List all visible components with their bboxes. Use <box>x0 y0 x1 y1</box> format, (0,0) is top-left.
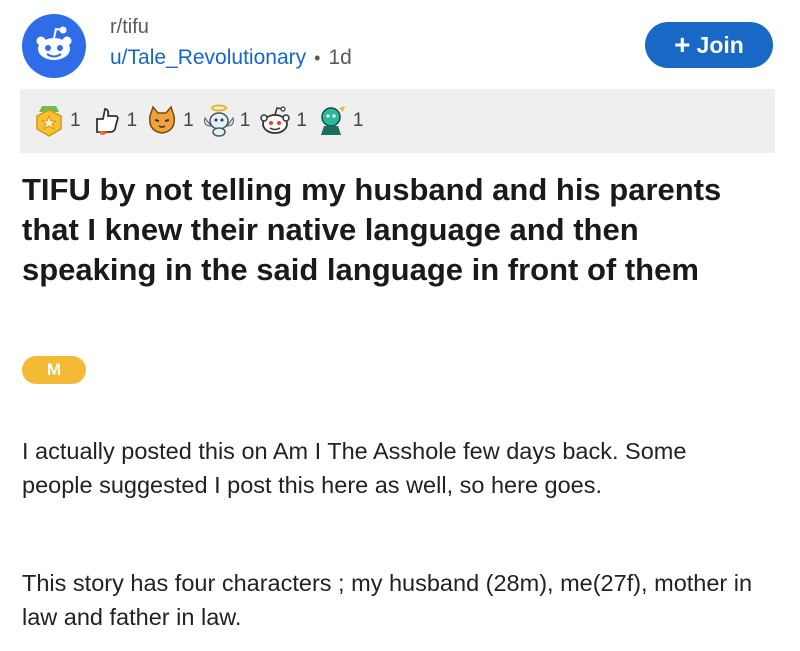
post-title[interactable]: TIFU by not telling my husband and his p… <box>22 170 762 290</box>
award-teal[interactable]: 1 <box>315 104 364 138</box>
award-gold-medal[interactable]: 1 <box>32 104 81 138</box>
post-meta: u/Tale_Revolutionary • 1d <box>110 46 352 70</box>
teal-snoo-icon <box>320 106 345 135</box>
cat-face-icon <box>149 105 176 134</box>
angel-snoo-icon <box>203 104 234 137</box>
award-thumbs-up[interactable]: 1 <box>89 104 138 138</box>
post-flair[interactable]: M <box>22 356 86 384</box>
author-link[interactable]: u/Tale_Revolutionary <box>110 46 306 70</box>
award-snoo[interactable]: 1 <box>258 104 307 138</box>
subreddit-icon[interactable] <box>22 14 86 78</box>
awards-bar[interactable]: 1 1 1 1 1 1 <box>20 89 775 153</box>
post-paragraph: This story has four characters ; my husb… <box>22 570 753 630</box>
post-header: r/tifu u/Tale_Revolutionary • 1d + Join <box>20 10 780 80</box>
award-angel[interactable]: 1 <box>202 104 251 138</box>
snoo-icon <box>36 26 72 60</box>
award-count: 1 <box>70 110 81 131</box>
post-paragraph: I actually posted this on Am I The Assho… <box>22 438 687 498</box>
award-count: 1 <box>352 110 364 131</box>
snoo-face-icon <box>260 106 291 134</box>
post-age: 1d <box>328 46 352 69</box>
subreddit-name[interactable]: r/tifu <box>110 16 149 39</box>
award-cat[interactable]: 1 <box>145 104 194 138</box>
gold-medal-icon <box>36 106 62 137</box>
join-button[interactable]: + Join <box>645 22 773 68</box>
award-count: 1 <box>296 110 307 131</box>
meta-separator: • <box>314 47 321 68</box>
join-label: Join <box>696 31 744 58</box>
award-count: 1 <box>126 110 138 131</box>
thumbs-up-rocket-icon <box>95 108 119 135</box>
award-count: 1 <box>239 110 251 131</box>
award-count: 1 <box>183 110 194 131</box>
plus-icon: + <box>674 29 691 60</box>
